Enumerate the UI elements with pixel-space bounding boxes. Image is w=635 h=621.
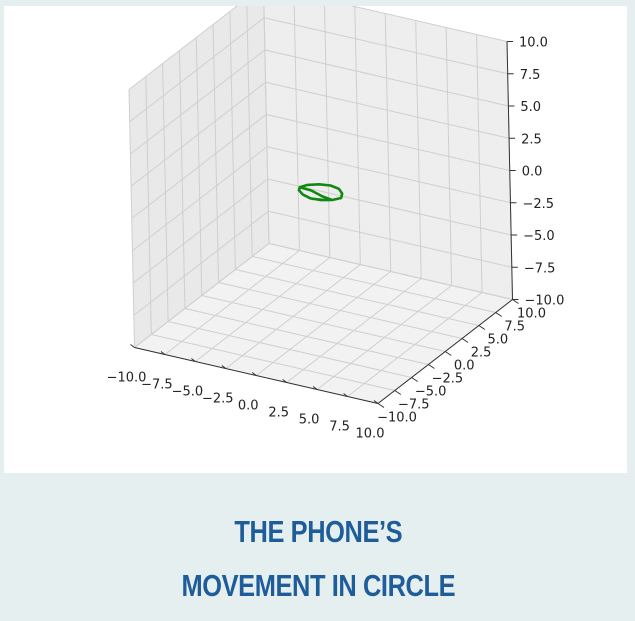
y-tick-label: 10.0 bbox=[517, 307, 546, 322]
x-tick-label: 2.5 bbox=[268, 406, 289, 421]
x-tick-label: 5.0 bbox=[299, 413, 320, 428]
chart-3d: −10.0−7.5−5.0−2.5 0.0 2.5 5.0 7.5 10.0−10.0−7… bbox=[107, 6, 565, 442]
y-tick bbox=[461, 338, 469, 343]
y-tick-label: −5.0 bbox=[415, 385, 447, 400]
x-tick-label: −7.5 bbox=[141, 378, 173, 393]
y-tick bbox=[411, 377, 418, 382]
z-tick-label: −7.5 bbox=[524, 261, 556, 276]
x-tick-label: 7.5 bbox=[329, 420, 350, 435]
x-tick-label: 0.0 bbox=[238, 399, 259, 414]
z-tick-label: 5.0 bbox=[520, 100, 541, 115]
y-tick bbox=[394, 390, 402, 395]
y-tick-label: 2.5 bbox=[471, 346, 492, 361]
y-tick bbox=[512, 299, 519, 304]
y-tick bbox=[444, 351, 452, 356]
x-tick bbox=[130, 344, 135, 348]
y-tick-label: −10.0 bbox=[377, 411, 417, 426]
y-tick bbox=[478, 325, 486, 330]
y-tick-label: −7.5 bbox=[398, 398, 430, 413]
y-tick-label: 7.5 bbox=[504, 320, 525, 335]
caption-line-1: THE PHONE’S bbox=[234, 514, 403, 549]
x-tick-label: −5.0 bbox=[172, 385, 204, 400]
y-tick-label: 0.0 bbox=[454, 359, 475, 374]
x-tick-label: −2.5 bbox=[202, 392, 234, 407]
z-tick-label: 7.5 bbox=[520, 68, 541, 83]
caption-line-2: MOVEMENT IN CIRCLE bbox=[181, 568, 456, 603]
y-tick bbox=[377, 403, 385, 408]
y-tick-label: −2.5 bbox=[432, 372, 464, 387]
z-tick-label: 0.0 bbox=[522, 165, 543, 180]
caption: THE PHONE’S MOVEMENT IN CIRCLE bbox=[58, 505, 579, 613]
z-tick-label: −5.0 bbox=[523, 229, 555, 244]
y-tick bbox=[495, 312, 502, 317]
x-tick-label: 10.0 bbox=[356, 427, 385, 442]
z-tick-label: −10.0 bbox=[525, 294, 565, 309]
y-tick bbox=[428, 364, 435, 369]
z-tick-label: −2.5 bbox=[522, 197, 554, 212]
plot-area: −10.0 −7.5 −5.0 −2.5 0.0 2.5 5.0 7.5 10.0 −10.0 −7… bbox=[4, 6, 627, 473]
z-tick-label: 2.5 bbox=[521, 132, 542, 147]
z-tick-label: 10.0 bbox=[519, 36, 548, 51]
y-tick-label: 5.0 bbox=[488, 333, 509, 348]
